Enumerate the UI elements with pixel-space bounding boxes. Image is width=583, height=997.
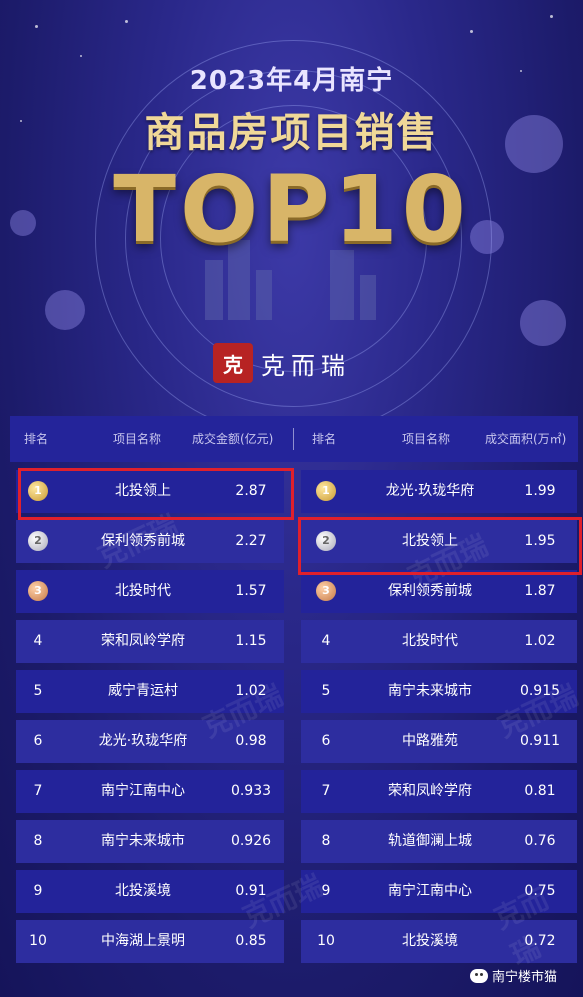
- account-name: 南宁楼市猫: [492, 970, 558, 985]
- highlight-box: [18, 468, 294, 520]
- project-name: 北投溪境: [115, 883, 171, 899]
- left-rank-header: 排名: [24, 432, 49, 446]
- rank-number: 5: [321, 683, 331, 699]
- rank-medal-icon: 1: [316, 481, 336, 501]
- project-name: 龙光·玖珑华府: [98, 733, 188, 749]
- sales-value: 1.02: [524, 633, 556, 649]
- left-name-header: 项目名称: [113, 432, 162, 446]
- table-row: 8 南宁未来城市 0.926: [16, 820, 284, 863]
- project-name: 荣和凤岭学府: [388, 783, 472, 799]
- rank-number: 10: [29, 933, 47, 949]
- brand-name: 克而瑞: [261, 351, 351, 380]
- table-header: 排名 项目名称 成交金额(亿元) 排名 项目名称 成交面积(万㎡): [10, 416, 578, 462]
- sales-value: 0.81: [524, 783, 556, 799]
- table-row: 3 北投时代 1.57: [16, 570, 284, 613]
- project-name: 南宁江南中心: [388, 883, 472, 899]
- city-building: [256, 270, 272, 320]
- right-area-header: 成交面积(万㎡): [485, 432, 567, 446]
- sales-value: 1.57: [235, 583, 267, 599]
- right-rank-header: 排名: [312, 432, 337, 446]
- sparkle: [35, 25, 38, 28]
- sparkle: [470, 30, 473, 33]
- rank-number: 6: [321, 733, 331, 749]
- rank-number: 10: [317, 933, 335, 949]
- sales-value: 0.76: [524, 833, 556, 849]
- brand-seal-icon: 克: [213, 343, 253, 383]
- rank-number: 8: [33, 833, 43, 849]
- project-name: 中海湖上景明: [101, 933, 185, 949]
- rank-medal-icon: 2: [28, 531, 48, 551]
- sales-value: 1.99: [524, 483, 556, 499]
- project-name: 南宁未来城市: [101, 833, 185, 849]
- project-name: 中路雅苑: [402, 733, 458, 749]
- table-row: 10 中海湖上景明 0.85: [16, 920, 284, 963]
- project-name: 荣和凤岭学府: [101, 633, 185, 649]
- rank-number: 7: [321, 783, 331, 799]
- left-amount-header: 成交金额(亿元): [192, 432, 274, 446]
- sparkle: [550, 15, 553, 18]
- sparkle: [80, 55, 82, 57]
- rank-number: 8: [321, 833, 331, 849]
- project-name: 轨道御澜上城: [388, 833, 472, 849]
- table-row: 8 轨道御澜上城 0.76: [301, 820, 577, 863]
- table-row: 7 荣和凤岭学府 0.81: [301, 770, 577, 813]
- table-row: 1 龙光·玖珑华府 1.99: [301, 470, 577, 513]
- brand-logo: 克 克而瑞: [213, 343, 351, 383]
- sales-value: 0.933: [230, 783, 272, 799]
- project-name: 威宁青运村: [108, 683, 178, 699]
- table-row: 4 荣和凤岭学府 1.15: [16, 620, 284, 663]
- project-name: 南宁江南中心: [101, 783, 185, 799]
- project-name: 南宁未来城市: [388, 683, 472, 699]
- sales-value: 1.15: [235, 633, 267, 649]
- city-building: [360, 275, 376, 320]
- sales-value: 1.87: [524, 583, 556, 599]
- wechat-icon: [470, 968, 488, 983]
- project-name: 北投时代: [115, 583, 171, 599]
- sales-value: 2.27: [235, 533, 267, 549]
- right-name-header: 项目名称: [402, 432, 451, 446]
- rank-number: 6: [33, 733, 43, 749]
- table-row: 7 南宁江南中心 0.933: [16, 770, 284, 813]
- rank-medal-icon: 3: [316, 581, 336, 601]
- top10-heading: TOP10: [113, 156, 470, 263]
- rank-number: 4: [321, 633, 331, 649]
- project-name: 龙光·玖珑华府: [385, 483, 475, 499]
- city-building: [205, 260, 223, 320]
- rank-number: 9: [33, 883, 43, 899]
- project-name: 北投溪境: [402, 933, 458, 949]
- bokeh-light: [45, 290, 85, 330]
- sparkle: [125, 20, 128, 23]
- rank-number: 7: [33, 783, 43, 799]
- rank-number: 4: [33, 633, 43, 649]
- rank-medal-icon: 3: [28, 581, 48, 601]
- table-row: 4 北投时代 1.02: [301, 620, 577, 663]
- report-title: 商品房项目销售: [144, 110, 439, 156]
- highlight-box: [298, 517, 582, 575]
- sales-value: 0.926: [230, 833, 272, 849]
- bokeh-light: [520, 300, 566, 346]
- report-date-heading: 2023年4月南宁: [189, 66, 394, 96]
- rank-number: 5: [33, 683, 43, 699]
- header-divider: [293, 428, 294, 450]
- footer-account: 南宁楼市猫: [470, 966, 557, 985]
- project-name: 北投时代: [402, 633, 458, 649]
